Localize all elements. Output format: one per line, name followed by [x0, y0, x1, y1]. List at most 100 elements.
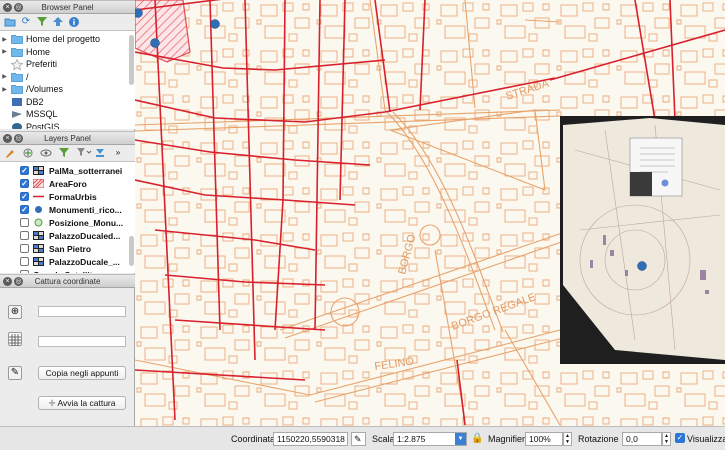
float-icon[interactable]: ◎ [14, 3, 23, 12]
historic-plan-overlay[interactable] [560, 116, 725, 364]
coordinate-field-1[interactable] [38, 306, 126, 317]
add-folder-icon[interactable] [4, 16, 16, 28]
browser-item[interactable]: DB2 [0, 96, 135, 109]
crosshair-icon: ✛ [48, 398, 56, 408]
filter-icon[interactable] [36, 16, 48, 28]
toggle-extents-icon[interactable]: ✎ [351, 432, 366, 446]
add-group-icon[interactable] [22, 147, 34, 159]
browser-item-label: /Volumes [26, 84, 64, 95]
float-icon[interactable]: ◎ [14, 134, 23, 143]
magnifier-input[interactable]: 100% [525, 432, 563, 446]
layer-item[interactable]: Posizione_Monu... [0, 216, 135, 229]
status-bar: Coordinata 1150220,5590318 ✎ Scala 1:2.8… [0, 426, 725, 450]
browser-item-label: Preferiti [26, 59, 58, 70]
lock-scale-icon[interactable]: 🔒 [471, 433, 483, 444]
mssql-icon [11, 109, 23, 119]
layer-item[interactable]: San Pietro [0, 242, 135, 255]
close-icon[interactable]: × [3, 277, 12, 286]
expand-arrow-icon[interactable]: ▶ [0, 36, 9, 43]
browser-item[interactable]: MSSQL [0, 108, 135, 121]
browser-item[interactable]: ▶ / [0, 71, 135, 84]
browser-item[interactable]: Preferiti [0, 58, 135, 71]
expand-arrow-icon[interactable]: ▶ [0, 48, 9, 55]
layer-item[interactable]: ✓ AreaForo [0, 177, 135, 190]
green-point-icon [33, 218, 44, 227]
magnifier-stepper[interactable]: ▲ ▼ [563, 432, 572, 446]
layer-name: San Pietro [49, 243, 92, 254]
layer-name: FormaUrbis [49, 191, 97, 202]
rotation-input[interactable]: 0,0 [622, 432, 662, 446]
expand-arrow-icon[interactable]: ▶ [0, 86, 9, 93]
rotation-label: Rotazione [578, 434, 619, 444]
close-icon[interactable]: × [3, 134, 12, 143]
monument-point[interactable] [637, 261, 647, 271]
refresh-icon[interactable]: ⟳ [20, 16, 32, 28]
layer-visibility-checkbox[interactable]: ✓ [20, 179, 29, 188]
layer-item[interactable]: ✓ Monumenti_rico... [0, 203, 135, 216]
layer-name: PalazzoDucaled... [49, 230, 121, 241]
monument-point[interactable] [210, 19, 220, 29]
browser-item-label: DB2 [26, 96, 44, 107]
filter-legend-icon[interactable] [76, 147, 92, 159]
coordinate-label: Coordinata [231, 434, 276, 444]
layer-visibility-checkbox[interactable]: ✓ [20, 205, 29, 214]
map-svg[interactable]: STRADA BORGO REGALE FELINO BORGO [135, 0, 725, 426]
layer-item[interactable]: ✓ FormaUrbis [0, 190, 135, 203]
layer-item[interactable]: ✓ PalMa_sotterranei [0, 164, 135, 177]
capture-panel-title: Cattura coordinate [34, 277, 101, 286]
star-icon [10, 58, 24, 71]
layer-name: PalazzoDucale_... [49, 256, 120, 267]
crs-select-icon[interactable]: ⊕ [8, 305, 22, 319]
close-icon[interactable]: × [3, 3, 12, 12]
monument-point[interactable] [150, 38, 160, 48]
style-brush-icon[interactable] [4, 147, 16, 159]
filter-icon[interactable] [58, 147, 70, 159]
raster-icon [33, 231, 44, 240]
coordinate-field-2[interactable] [38, 336, 126, 347]
copy-tool-icon[interactable]: ✎ [8, 366, 22, 380]
grid-crs-icon[interactable] [8, 332, 22, 346]
coordinate-display[interactable]: 1150220,5590318 [273, 432, 348, 446]
layer-item[interactable]: PalazzoDucaled... [0, 229, 135, 242]
overflow-chevron-icon[interactable]: » [112, 147, 124, 159]
browser-item[interactable]: ▶ /Volumes [0, 83, 135, 96]
browser-item[interactable]: ▶ Home [0, 46, 135, 59]
layer-visibility-checkbox[interactable]: ✓ [20, 192, 29, 201]
layer-visibility-checkbox[interactable] [20, 270, 29, 273]
browser-item-label: MSSQL [26, 109, 58, 120]
layer-visibility-checkbox[interactable]: ✓ [20, 166, 29, 175]
browser-item[interactable]: ▶ Home del progetto [0, 33, 135, 46]
monument-point[interactable] [135, 8, 143, 18]
capture-panel-titlebar: × ◎ Cattura coordinate [0, 274, 135, 288]
layer-name: AreaForo [49, 178, 87, 189]
layer-visibility-checkbox[interactable] [20, 244, 29, 253]
float-icon[interactable]: ◎ [14, 277, 23, 286]
raster-icon [33, 244, 44, 253]
layers-tree: ✓ PalMa_sotterranei ✓ AreaForo ✓ FormaUrbis ✓ M… [0, 162, 135, 273]
info-icon[interactable] [68, 16, 80, 28]
copy-to-clipboard-button[interactable]: Copia negli appunti [38, 366, 126, 380]
browser-toolbar: ⟳ [0, 14, 135, 31]
browser-panel-titlebar: × ◎ Browser Panel [0, 0, 135, 14]
left-dock: × ◎ Browser Panel ⟳ ▶ Home del progetto ▶ Ho… [0, 0, 135, 426]
browser-scrollbar[interactable] [129, 35, 134, 85]
layer-item[interactable]: PalazzoDucale_... [0, 255, 135, 268]
expand-all-icon[interactable] [94, 147, 106, 159]
browser-item[interactable]: PostGIS [0, 121, 135, 129]
scale-select[interactable]: 1:2.875 ▼ [393, 432, 467, 446]
start-capture-button[interactable]: ✛ Avvia la cattura [38, 396, 126, 410]
layer-visibility-checkbox[interactable] [20, 231, 29, 240]
render-checkbox[interactable]: ✓ [675, 433, 685, 443]
layers-scrollbar[interactable] [129, 236, 134, 266]
capture-coordinates-panel: × ◎ Cattura coordinate ⊕ ✎ Copia negli ap… [0, 274, 135, 426]
expand-arrow-icon[interactable]: ▶ [0, 73, 9, 80]
layer-visibility-checkbox[interactable] [20, 218, 29, 227]
map-canvas[interactable]: STRADA BORGO REGALE FELINO BORGO [135, 0, 725, 426]
scale-value: 1:2.875 [397, 434, 426, 444]
scale-label: Scala [372, 434, 395, 444]
rotation-stepper[interactable]: ▲ ▼ [662, 432, 671, 446]
eye-icon[interactable] [40, 147, 52, 159]
layer-item[interactable]: Google Satellite [0, 268, 135, 273]
collapse-icon[interactable] [52, 16, 64, 28]
layer-visibility-checkbox[interactable] [20, 257, 29, 266]
